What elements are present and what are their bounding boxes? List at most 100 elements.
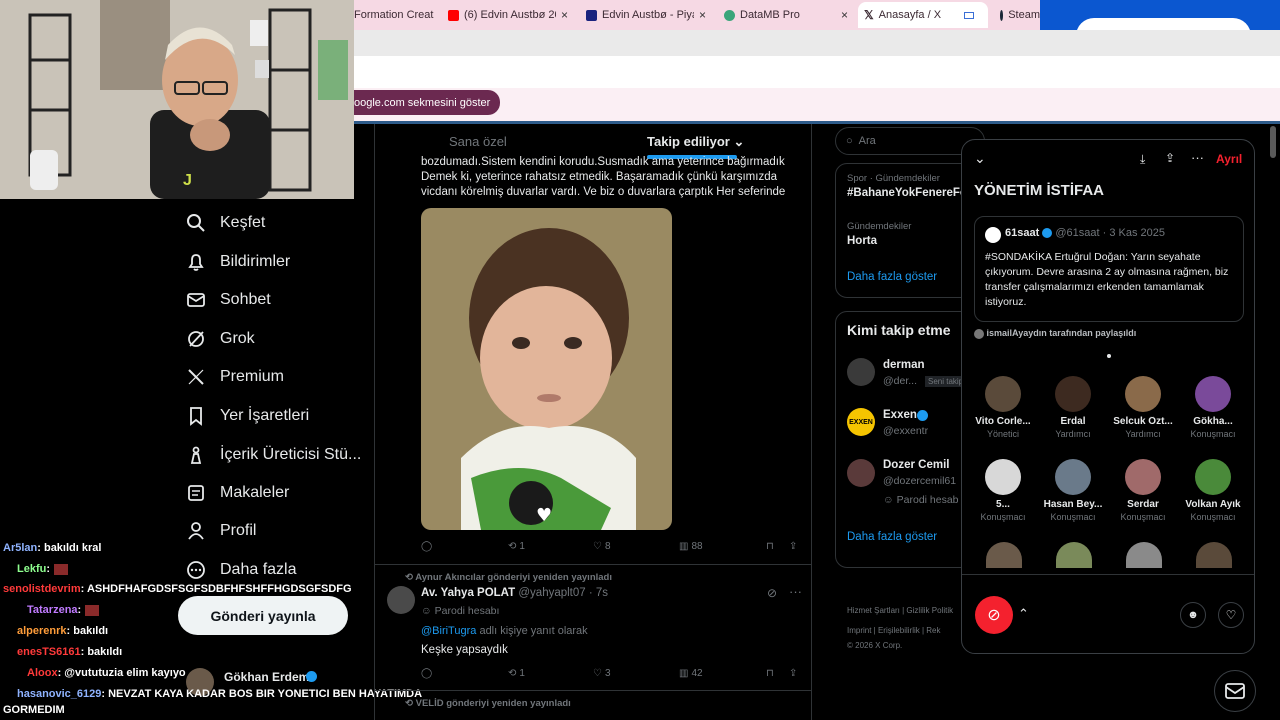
tab-transfermarkt[interactable]: Edvin Austbø - Piyasa değ×: [586, 2, 712, 28]
chevron-down-icon[interactable]: ⌄: [974, 150, 986, 167]
close-icon[interactable]: ×: [699, 8, 706, 22]
retweet-icon: ⟲: [405, 698, 416, 709]
avatar[interactable]: [986, 542, 1022, 568]
toolbar: [354, 56, 1280, 88]
person-icon: [188, 522, 204, 540]
mic-muted-icon[interactable]: ⊘: [975, 596, 1013, 634]
like-button[interactable]: ♡ 3: [593, 668, 611, 679]
bookmark-button[interactable]: ⊓: [766, 668, 774, 679]
scrollbar[interactable]: [1270, 126, 1276, 158]
share-icon[interactable]: ⇪: [1165, 151, 1175, 165]
footer-links[interactable]: Imprint | Erişilebilirlik | Rek: [847, 626, 961, 635]
sidebar-item-label: Grok: [220, 330, 255, 347]
tab-x-home[interactable]: 𝕏 Anasayfa / X: [858, 2, 988, 28]
sidebar-item-profile[interactable]: Profil: [186, 521, 256, 541]
people-icon[interactable]: ☻: [1180, 602, 1206, 628]
retweet-button[interactable]: ⟲ 1: [508, 541, 525, 552]
more-icon[interactable]: ···: [789, 584, 802, 599]
more-icon[interactable]: ···: [1191, 150, 1204, 165]
sidebar-item-more[interactable]: Daha fazla: [186, 560, 297, 580]
react-heart-icon[interactable]: ♡: [1218, 602, 1244, 628]
sidebar-item-bookmarks[interactable]: Yer İşaretleri: [186, 406, 309, 426]
sidebar-item-label: Keşfet: [220, 214, 266, 231]
show-more-link[interactable]: Daha fazla göster: [847, 271, 937, 283]
tweet-text: bozdumadı.Sistem kendini korudu.Susmadık…: [421, 156, 785, 168]
account-name[interactable]: Gökhan Erdem: [224, 670, 309, 684]
bookmark-button[interactable]: ⊓: [766, 541, 774, 552]
space-participant[interactable]: Selcuk Özt... Yardımcı: [1109, 376, 1177, 439]
reply-button[interactable]: ◯: [421, 668, 432, 679]
divider: [375, 564, 811, 565]
bookmark-icon: ⊓: [766, 541, 774, 552]
space-participant[interactable]: Gökha... Konuşmacı: [1179, 376, 1247, 439]
share-button[interactable]: ⇪: [789, 541, 797, 552]
avatar[interactable]: [1196, 542, 1232, 568]
tab-datamb[interactable]: DataMB Pro ×: [724, 2, 850, 28]
follow-name[interactable]: derman: [883, 359, 925, 371]
follow-name[interactable]: Dozer Cemil: [883, 459, 949, 471]
like-button[interactable]: ♡ 8: [593, 541, 611, 552]
who-to-follow-box: [835, 311, 975, 568]
space-participant[interactable]: Volkan Ayık Konuşmacı: [1179, 459, 1247, 522]
sidebar-item-explore[interactable]: Keşfet: [186, 213, 265, 233]
sidebar-item-grok[interactable]: Grok: [186, 329, 255, 349]
tab-for-you[interactable]: Sana özel: [449, 134, 507, 149]
tab-following[interactable]: Takip ediliyor ⌄: [647, 134, 744, 150]
space-participant[interactable]: 5... Konuşmacı: [969, 459, 1037, 522]
space-participant[interactable]: Serdar Konuşmacı: [1109, 459, 1177, 522]
mention-link[interactable]: @BiriTugra: [421, 625, 476, 637]
retweeted-by: ⟲ VELİD gönderiyi yeniden yayınladı: [405, 698, 571, 709]
avatar[interactable]: [847, 459, 875, 487]
show-tab-button[interactable]: oogle.com sekmesini göster: [354, 90, 501, 115]
avatar[interactable]: [1056, 542, 1092, 568]
share-button[interactable]: ⇪: [789, 668, 797, 679]
sidebar-item-creator-studio[interactable]: İçerik Üreticisi Stü...: [186, 445, 361, 465]
close-icon[interactable]: ×: [561, 8, 568, 22]
cast-icon[interactable]: [963, 11, 974, 19]
views-icon: ▥: [679, 541, 689, 552]
quoted-tweet[interactable]: 61saat @61saat · 3 Kas 2025 #SONDAKİKA E…: [974, 216, 1244, 322]
trend-item[interactable]: Horta: [847, 235, 877, 247]
sidebar-item-chat[interactable]: Sohbet: [186, 290, 271, 310]
grok-icon[interactable]: ⊘: [767, 586, 777, 600]
retweet-button[interactable]: ⟲ 1: [508, 668, 525, 679]
avatar[interactable]: [387, 586, 415, 614]
space-participant[interactable]: Hasan Bey... Konuşmacı: [1039, 459, 1107, 522]
creator-studio-icon: [190, 446, 202, 464]
address-bar[interactable]: [354, 30, 1280, 56]
avatar[interactable]: [1126, 542, 1162, 568]
tweet-media[interactable]: ♥: [421, 208, 672, 530]
leave-button[interactable]: Ayrıl: [1216, 152, 1242, 166]
reply-to: @BiriTugra adlı kişiye yanıt olarak: [421, 625, 588, 637]
show-more-link[interactable]: Daha fazla göster: [847, 531, 937, 543]
datamb-icon: [724, 9, 735, 21]
reply-button[interactable]: ◯: [421, 541, 432, 552]
avatar: [974, 328, 984, 339]
trend-item[interactable]: #BahaneYokFenereFor: [847, 187, 962, 199]
messages-button[interactable]: [1214, 670, 1256, 712]
avatar: [1125, 459, 1161, 495]
space-participant[interactable]: Vito Corle... Yönetici: [969, 376, 1037, 439]
avatar[interactable]: [847, 358, 875, 386]
sidebar-item-premium[interactable]: Premium: [186, 367, 284, 387]
footer-links[interactable]: Hizmet Şartları | Gizlilik Politik: [847, 606, 961, 615]
sidebar-item-articles[interactable]: Makaleler: [186, 483, 289, 503]
tab-steam[interactable]: Steam: [1000, 2, 1040, 28]
follow-name[interactable]: Exxen: [883, 409, 917, 421]
tab-formation[interactable]: Formation Creat×: [354, 2, 438, 28]
close-icon[interactable]: ×: [841, 8, 848, 22]
post-button[interactable]: Gönderi yayınla: [178, 596, 348, 635]
exxen-logo-icon[interactable]: EXXEN: [847, 408, 875, 436]
retweet-icon: ⟲: [508, 668, 517, 679]
minimize-icon[interactable]: ⤓: [1140, 152, 1145, 167]
retweet-icon: ⟲: [405, 572, 416, 583]
views-button[interactable]: ▥ 88: [679, 541, 703, 552]
views-button[interactable]: ▥ 42: [679, 668, 703, 679]
chevron-up-icon[interactable]: ⌃: [1018, 606, 1029, 622]
mail-icon: [187, 293, 205, 307]
mask-icon: ☺: [421, 605, 435, 617]
sidebar-item-notifications[interactable]: Bildirimler: [186, 252, 290, 272]
space-participant[interactable]: Erdal Yardımcı: [1039, 376, 1107, 439]
divider: [962, 574, 1254, 575]
tab-youtube[interactable]: (6) Edvin Austbø 2025 - A×: [448, 2, 578, 28]
